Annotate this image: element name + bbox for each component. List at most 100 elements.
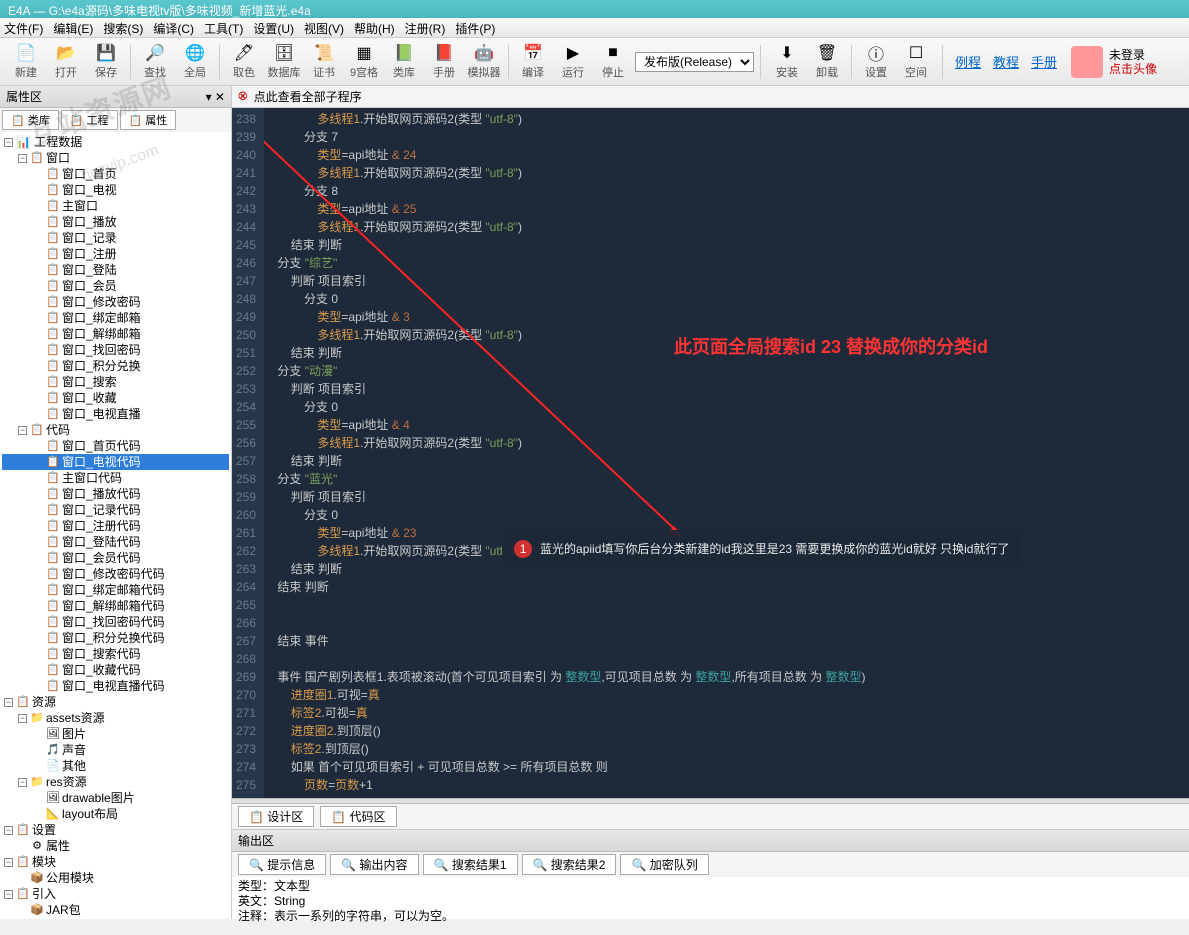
tree-item[interactable]: 📋窗口_首页代码 xyxy=(2,438,229,454)
help-link[interactable]: 手册 xyxy=(1031,52,1057,71)
avatar[interactable] xyxy=(1071,46,1103,78)
tree-item[interactable]: 📋窗口_记录代码 xyxy=(2,502,229,518)
help-link[interactable]: 教程 xyxy=(993,52,1019,71)
menu-item[interactable]: 搜索(S) xyxy=(103,22,143,36)
toolbar-button-空间[interactable]: ☐空间 xyxy=(896,42,936,82)
tree-item[interactable]: −📋代码 xyxy=(2,422,229,438)
tree-item[interactable]: 📋窗口_搜索 xyxy=(2,374,229,390)
tree-item[interactable]: ⚙属性 xyxy=(2,838,229,854)
tree-item[interactable]: 📋窗口_登陆 xyxy=(2,262,229,278)
editor-breadcrumb[interactable]: ⮿ 点此查看全部子程序 xyxy=(232,86,1189,108)
toolbar-button-取色[interactable]: 🖊取色 xyxy=(224,42,264,82)
menu-item[interactable]: 帮助(H) xyxy=(354,22,395,36)
menu-item[interactable]: 编辑(E) xyxy=(53,22,93,36)
main-toolbar: 📄新建📂打开💾保存🔎查找🌐全局🖊取色🗄数据库📜证书▦9宫格📗类库📕手册🤖模拟器📅… xyxy=(0,38,1189,86)
tree-item[interactable]: 📋窗口_绑定邮箱 xyxy=(2,310,229,326)
tree-item[interactable]: 📋窗口_注册 xyxy=(2,246,229,262)
output-tab[interactable]: 🔍 加密队列 xyxy=(620,854,708,875)
toolbar-button-卸载[interactable]: 🗑卸载 xyxy=(807,42,847,82)
toolbar-button-手册[interactable]: 📕手册 xyxy=(424,42,464,82)
output-tab[interactable]: 🔍 提示信息 xyxy=(238,854,326,875)
tree-item[interactable]: 📦公用模块 xyxy=(2,870,229,886)
tree-item[interactable]: 📋窗口_积分兑换代码 xyxy=(2,630,229,646)
toolbar-button-运行[interactable]: ▶运行 xyxy=(553,42,593,82)
tree-item[interactable]: −📋设置 xyxy=(2,822,229,838)
tree-item[interactable]: 📋窗口_找回密码 xyxy=(2,342,229,358)
tree-item[interactable]: 📋窗口_解绑邮箱代码 xyxy=(2,598,229,614)
menu-item[interactable]: 注册(R) xyxy=(405,22,446,36)
tree-item[interactable]: 📋主窗口 xyxy=(2,198,229,214)
output-tab[interactable]: 🔍 搜索结果2 xyxy=(522,854,617,875)
tree-item[interactable]: 📋窗口_修改密码代码 xyxy=(2,566,229,582)
tree-item[interactable]: −📋窗口 xyxy=(2,150,229,166)
tree-item[interactable]: 📦JAR包 xyxy=(2,902,229,918)
output-tab[interactable]: 🔍 输出内容 xyxy=(330,854,418,875)
tree-item[interactable]: 📋窗口_积分兑换 xyxy=(2,358,229,374)
tree-item[interactable]: 📋窗口_收藏 xyxy=(2,390,229,406)
toolbar-button-查找[interactable]: 🔎查找 xyxy=(135,42,175,82)
tree-item[interactable]: 📋窗口_首页 xyxy=(2,166,229,182)
tree-item[interactable]: 🖼图片 xyxy=(2,726,229,742)
toolbar-button-编译[interactable]: 📅编译 xyxy=(513,42,553,82)
side-tab[interactable]: 📋 属性 xyxy=(120,110,177,130)
toolbar-button-数据库[interactable]: 🗄数据库 xyxy=(264,42,304,82)
menu-item[interactable]: 编译(C) xyxy=(153,22,194,36)
tree-item[interactable]: 📋窗口_记录 xyxy=(2,230,229,246)
view-tab[interactable]: 📋 设计区 xyxy=(238,806,314,827)
toolbar-button-设置[interactable]: ⓘ设置 xyxy=(856,42,896,82)
pin-icon[interactable]: ▾ ✕ xyxy=(206,90,225,104)
tree-item[interactable]: 📋窗口_播放代码 xyxy=(2,486,229,502)
help-link[interactable]: 例程 xyxy=(955,52,981,71)
tree-item[interactable]: 📋窗口_注册代码 xyxy=(2,518,229,534)
tree-item[interactable]: 📋窗口_会员 xyxy=(2,278,229,294)
tree-item[interactable]: 📋窗口_收藏代码 xyxy=(2,662,229,678)
toolbar-button-打开[interactable]: 📂打开 xyxy=(46,42,86,82)
tree-item[interactable]: 📋窗口_解绑邮箱 xyxy=(2,326,229,342)
tree-item[interactable]: 📋窗口_播放 xyxy=(2,214,229,230)
tree-root[interactable]: −📊 工程数据 xyxy=(2,134,229,150)
toolbar-button-新建[interactable]: 📄新建 xyxy=(6,42,46,82)
project-tree[interactable]: −📊 工程数据−📋窗口📋窗口_首页📋窗口_电视📋主窗口📋窗口_播放📋窗口_记录📋… xyxy=(0,132,231,919)
tree-item[interactable]: 📋窗口_搜索代码 xyxy=(2,646,229,662)
side-tab[interactable]: 📋 类库 xyxy=(2,110,59,130)
toolbar-button-模拟器[interactable]: 🤖模拟器 xyxy=(464,42,504,82)
tree-item[interactable]: 📋窗口_修改密码 xyxy=(2,294,229,310)
tree-item[interactable]: −📋资源 xyxy=(2,694,229,710)
menu-item[interactable]: 工具(T) xyxy=(204,22,243,36)
tree-item[interactable]: 📋窗口_电视 xyxy=(2,182,229,198)
tree-item[interactable]: 📋窗口_电视代码 xyxy=(2,454,229,470)
code-editor[interactable]: 2382392402412422432442452462472482492502… xyxy=(232,108,1189,798)
toolbar-button-停止[interactable]: ■停止 xyxy=(593,42,633,82)
tree-item[interactable]: 📋窗口_绑定邮箱代码 xyxy=(2,582,229,598)
toolbar-button-安装[interactable]: ⬇安装 xyxy=(767,42,807,82)
tree-item[interactable]: −📁res资源 xyxy=(2,774,229,790)
tree-item[interactable]: 📦SO库 xyxy=(2,918,229,919)
tree-item[interactable]: 📐layout布局 xyxy=(2,806,229,822)
toolbar-button-9宫格[interactable]: ▦9宫格 xyxy=(344,42,384,82)
tree-item[interactable]: −📁assets资源 xyxy=(2,710,229,726)
menu-item[interactable]: 文件(F) xyxy=(4,22,43,36)
tree-item[interactable]: 🎵声音 xyxy=(2,742,229,758)
tree-item[interactable]: 📋窗口_电视直播 xyxy=(2,406,229,422)
tree-item[interactable]: 📄其他 xyxy=(2,758,229,774)
side-tab[interactable]: 📋 工程 xyxy=(61,110,118,130)
build-mode-combo[interactable]: 发布版(Release) xyxy=(635,52,754,72)
view-tab[interactable]: 📋 代码区 xyxy=(320,806,396,827)
tree-item[interactable]: 📋窗口_找回密码代码 xyxy=(2,614,229,630)
toolbar-button-类库[interactable]: 📗类库 xyxy=(384,42,424,82)
menu-item[interactable]: 插件(P) xyxy=(455,22,495,36)
menu-item[interactable]: 设置(U) xyxy=(253,22,294,36)
tree-item[interactable]: 📋主窗口代码 xyxy=(2,470,229,486)
login-status[interactable]: 未登录点击头像 xyxy=(1109,48,1157,76)
tree-item[interactable]: −📋模块 xyxy=(2,854,229,870)
menu-item[interactable]: 视图(V) xyxy=(304,22,344,36)
toolbar-button-证书[interactable]: 📜证书 xyxy=(304,42,344,82)
tree-item[interactable]: −📋引入 xyxy=(2,886,229,902)
toolbar-button-保存[interactable]: 💾保存 xyxy=(86,42,126,82)
toolbar-button-全局[interactable]: 🌐全局 xyxy=(175,42,215,82)
tree-item[interactable]: 🖼drawable图片 xyxy=(2,790,229,806)
tree-item[interactable]: 📋窗口_会员代码 xyxy=(2,550,229,566)
output-tab[interactable]: 🔍 搜索结果1 xyxy=(423,854,518,875)
tree-item[interactable]: 📋窗口_登陆代码 xyxy=(2,534,229,550)
tree-item[interactable]: 📋窗口_电视直播代码 xyxy=(2,678,229,694)
